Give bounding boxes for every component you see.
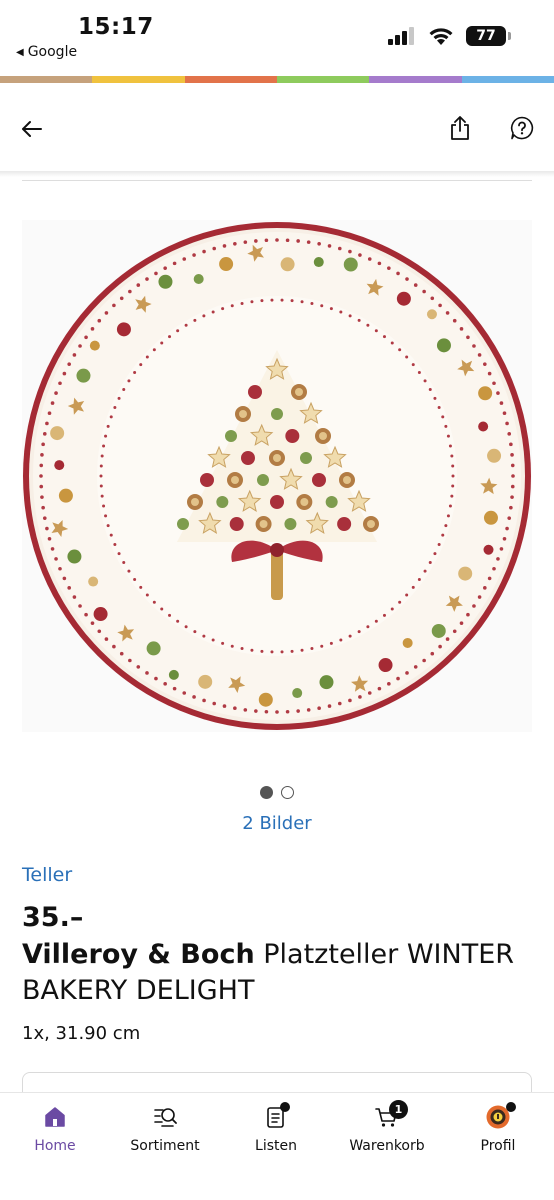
home-icon	[45, 1107, 65, 1127]
tab-label: Home	[34, 1138, 76, 1154]
product-brand[interactable]: Villeroy & Boch	[22, 939, 255, 970]
tab-sortiment[interactable]: Sortiment	[110, 1093, 220, 1173]
tab-label: Warenkorb	[349, 1138, 425, 1154]
profile-badge-dot	[506, 1102, 516, 1112]
tab-label: Profil	[480, 1138, 516, 1154]
assortment-search-icon	[154, 1108, 177, 1127]
status-time: 15:17	[78, 14, 154, 40]
tab-warenkorb[interactable]: 1 Warenkorb	[332, 1093, 442, 1173]
listen-badge-dot	[280, 1102, 290, 1112]
status-icons: 77	[388, 26, 511, 46]
tab-home[interactable]: Home	[0, 1093, 110, 1173]
status-bar: 15:17 ◀ Google 77	[0, 0, 554, 76]
carousel-dot[interactable]	[281, 786, 294, 799]
bottom-tab-bar: Home Sortiment Listen 1 Warenkorb Profil	[0, 1092, 554, 1200]
product-category-link[interactable]: Teller	[22, 864, 72, 886]
help-icon[interactable]	[510, 116, 534, 140]
stripe-segment	[0, 76, 93, 83]
share-icon[interactable]	[448, 115, 472, 141]
carousel-dot-active[interactable]	[260, 786, 273, 799]
nav-shadow	[0, 171, 554, 177]
product-title: Villeroy & Boch Platzteller WINTER BAKER…	[22, 937, 532, 1009]
tab-profil[interactable]: Profil	[443, 1093, 553, 1173]
tab-label: Listen	[255, 1138, 297, 1154]
back-to-app-link[interactable]: ◀ Google	[16, 44, 77, 60]
image-count-link[interactable]: 2 Bilder	[0, 813, 554, 834]
stripe-segment	[461, 76, 554, 83]
stripe-segment	[92, 76, 185, 83]
brand-color-stripe	[0, 76, 554, 83]
product-details: 1x, 31.90 cm	[22, 1023, 141, 1044]
tab-label: Sortiment	[130, 1138, 200, 1154]
back-triangle-icon: ◀	[16, 46, 24, 58]
battery-icon: 77	[466, 26, 511, 46]
top-navigation-bar	[0, 83, 554, 171]
back-arrow-icon[interactable]	[20, 117, 44, 141]
wifi-icon	[429, 28, 453, 45]
cart-count-badge: 1	[389, 1100, 408, 1119]
back-app-label: Google	[27, 44, 78, 60]
stripe-segment	[369, 76, 462, 83]
product-image[interactable]	[22, 220, 532, 732]
tab-listen[interactable]: Listen	[221, 1093, 331, 1173]
image-carousel-indicator	[0, 786, 554, 799]
content-divider	[22, 180, 532, 181]
product-price: 35.–	[22, 902, 84, 933]
stripe-segment	[184, 76, 277, 83]
cellular-signal-icon	[388, 27, 414, 45]
stripe-segment	[276, 76, 370, 83]
